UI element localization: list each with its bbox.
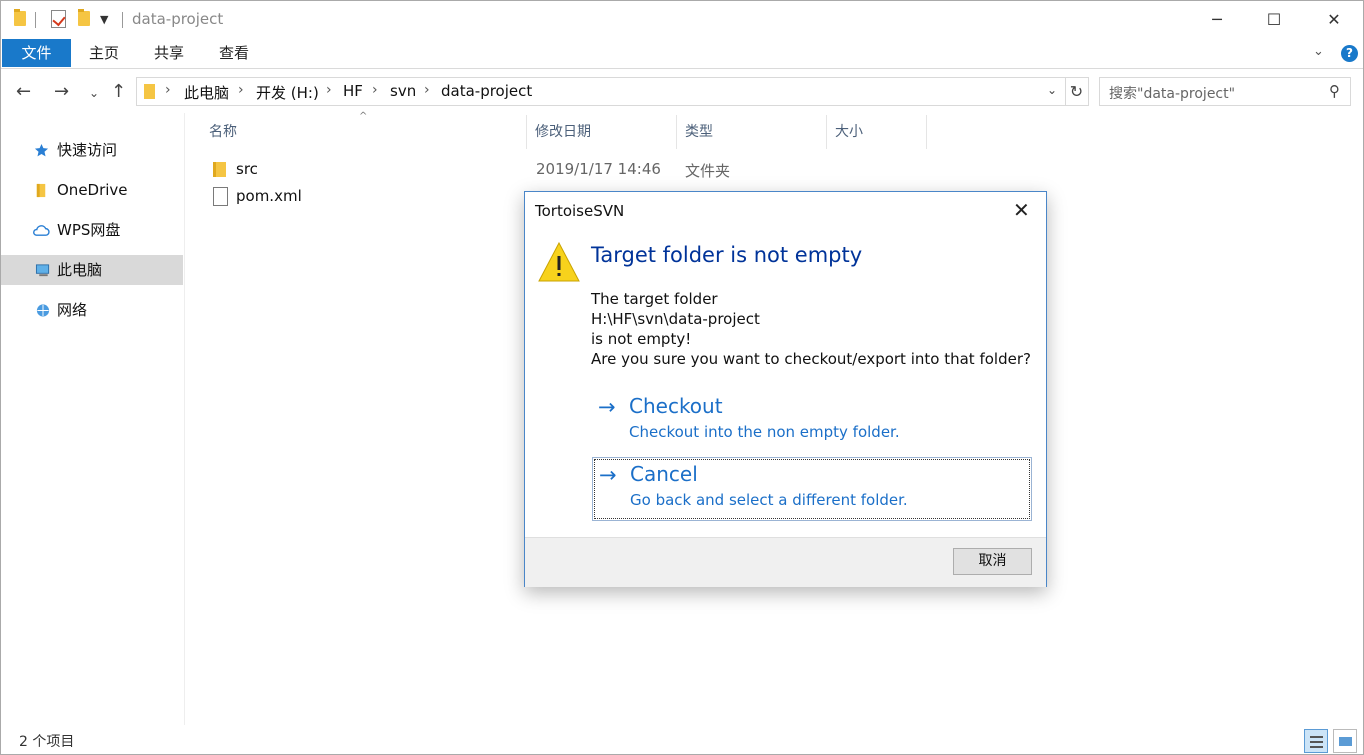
message-line: The target folder [591,290,718,308]
chevron-right-icon[interactable]: › [424,82,430,98]
message-line: H:\HF\svn\data-project [591,310,760,328]
search-input[interactable]: 搜索"data-project" ⚲ [1099,77,1351,106]
cancel-button[interactable]: 取消 [953,548,1032,575]
new-folder-icon[interactable] [78,9,90,26]
dialog-title: TortoiseSVN [535,202,625,220]
arrow-right-icon: → [599,463,617,487]
sidebar-item-onedrive[interactable]: OneDrive [1,175,183,205]
file-name: pom.xml [236,187,302,205]
command-title: Checkout [629,394,723,418]
sidebar-item-label: 快速访问 [57,141,118,159]
folder-icon [213,162,226,177]
customize-quick-access-icon[interactable]: ▼ [100,13,108,26]
sidebar-item-network[interactable]: 网络 [1,295,183,325]
help-icon[interactable]: ? [1341,45,1358,62]
minimize-button[interactable]: ─ [1194,7,1240,33]
cancel-command-link[interactable]: → Cancel Go back and select a different … [592,457,1032,521]
refresh-icon[interactable]: ↻ [1065,77,1089,106]
status-bar: 2 个项目 [1,725,1363,755]
table-row[interactable]: src 2019/1/17 14:46 文件夹 [210,158,810,182]
search-icon: ⚲ [1329,82,1340,100]
back-icon[interactable]: ← [16,81,31,102]
forward-icon[interactable]: → [54,81,69,102]
folder-icon [144,84,155,99]
file-type: 文件夹 [685,162,731,180]
address-bar[interactable]: › 此电脑 › 开发 (H:) › HF › svn › data-projec… [136,77,1066,106]
message-line: Are you sure you want to checkout/export… [591,350,1031,368]
breadcrumb-this-pc[interactable]: 此电脑 [184,82,229,103]
column-header-size[interactable]: 大小 [827,115,927,149]
network-icon [36,304,50,317]
properties-icon[interactable] [51,10,66,28]
item-count: 2 个项目 [19,734,75,750]
breadcrumb-hf[interactable]: HF [343,82,363,100]
tortoisesvn-dialog: TortoiseSVN ✕ Target folder is not empty… [524,191,1047,587]
separator [122,12,123,28]
checkout-command-link[interactable]: → Checkout Checkout into the non empty f… [592,390,1032,454]
tab-share[interactable]: 共享 [154,39,184,67]
maximize-button[interactable]: ☐ [1251,7,1297,33]
computer-icon [35,264,50,277]
tab-file[interactable]: 文件 [2,39,71,67]
title-bar: ▼ data-project ─ ☐ ✕ [1,1,1363,39]
file-date: 2019/1/17 14:46 [536,160,661,178]
chevron-down-icon[interactable]: ⌄ [1047,83,1057,97]
sidebar-item-this-pc[interactable]: 此电脑 [1,255,183,285]
breadcrumb-data-project[interactable]: data-project [441,82,532,100]
explorer-window: ▼ data-project ─ ☐ ✕ 文件 主页 共享 查看 ⌄ ? ← →… [0,0,1364,755]
sidebar-item-label: OneDrive [57,181,128,199]
expand-ribbon-icon[interactable]: ⌄ [1313,44,1324,59]
window-title: data-project [132,10,224,28]
tab-view[interactable]: 查看 [219,39,249,67]
command-description: Checkout into the non empty folder. [629,423,900,441]
file-icon [213,187,228,206]
large-icons-view-button[interactable] [1333,729,1357,753]
ribbon-tabs: 文件 主页 共享 查看 ⌄ ? [1,39,1363,69]
chevron-right-icon[interactable]: › [372,82,378,98]
star-icon [34,143,49,157]
chevron-right-icon[interactable]: › [326,82,332,98]
column-header-type[interactable]: 类型 [677,115,827,149]
sidebar-item-wps[interactable]: WPS网盘 [1,215,183,245]
tab-home[interactable]: 主页 [89,39,119,67]
breadcrumb-drive[interactable]: 开发 (H:) [256,82,319,103]
search-placeholder: 搜索"data-project" [1109,86,1236,102]
close-button[interactable]: ✕ [1311,7,1357,33]
message-line: is not empty! [591,330,692,348]
chevron-right-icon[interactable]: › [165,82,171,98]
sidebar-item-label: 网络 [57,301,88,319]
sidebar-item-quick-access[interactable]: 快速访问 [1,135,183,165]
sidebar-item-label: WPS网盘 [57,221,121,239]
dialog-footer: 取消 [525,537,1046,587]
chevron-right-icon[interactable]: › [238,82,244,98]
file-name: src [236,160,258,178]
command-title: Cancel [630,462,698,486]
column-header-date[interactable]: 修改日期 [527,115,677,149]
navigation-pane: 快速访问 OneDrive WPS网盘 此电脑 网络 [1,113,185,725]
sidebar-item-label: 此电脑 [57,261,103,279]
column-header-name[interactable]: 名称 [201,115,527,149]
folder-icon [14,9,26,26]
arrow-right-icon: → [598,395,616,419]
folder-icon [36,183,46,198]
command-description: Go back and select a different folder. [630,491,908,509]
up-icon[interactable]: ↑ [111,81,126,102]
recent-locations-icon[interactable]: ⌄ [89,86,99,100]
breadcrumb-svn[interactable]: svn [390,82,416,100]
warning-icon [538,241,580,282]
cloud-icon [33,225,50,236]
separator [35,12,36,28]
close-icon[interactable]: ✕ [1013,198,1030,222]
details-view-button[interactable] [1304,729,1328,753]
dialog-heading: Target folder is not empty [591,243,863,267]
dialog-message: The target folder H:\HF\svn\data-project… [591,289,1031,369]
